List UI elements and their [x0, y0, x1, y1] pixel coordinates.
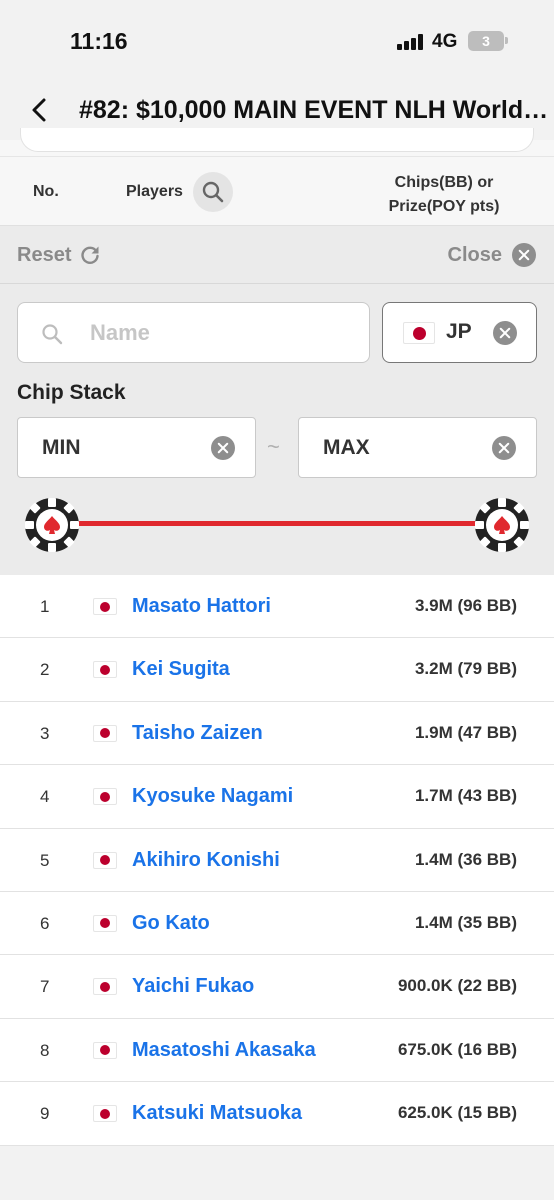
table-row: 2 Kei Sugita 3.2M (79 BB): [0, 638, 554, 702]
player-name-link[interactable]: Taisho Zaizen: [132, 722, 263, 745]
signal-icon: [397, 34, 427, 50]
table-row: 8 Masatoshi Akasaka 675.0K (16 BB): [0, 1018, 554, 1083]
japan-flag-icon: [403, 322, 435, 344]
japan-flag-icon: [93, 851, 117, 869]
japan-flag-icon: [93, 1041, 117, 1059]
row-chips: 900.0K (22 BB): [397, 976, 517, 996]
reset-label: Reset: [17, 243, 72, 266]
column-header-chips: Chips(BB) or Prize(POY pts): [374, 171, 514, 219]
player-name-link[interactable]: Masato Hattori: [132, 595, 271, 618]
row-rank: 5: [40, 850, 50, 870]
japan-flag-icon: [93, 1105, 117, 1123]
japan-flag-icon: [93, 978, 117, 996]
collapsed-panel-edge: [20, 128, 534, 152]
japan-flag-icon: [93, 661, 117, 679]
row-chips: 3.2M (79 BB): [414, 659, 517, 679]
column-header-chips-line1: Chips(BB) or: [394, 174, 494, 191]
row-rank: 8: [40, 1040, 50, 1060]
table-row: 3 Taisho Zaizen 1.9M (47 BB): [0, 701, 554, 766]
row-chips: 3.9M (96 BB): [414, 596, 517, 615]
player-name-link[interactable]: Kei Sugita: [132, 658, 230, 681]
max-chip-input[interactable]: [323, 432, 483, 464]
status-time: 11:16: [70, 28, 128, 54]
row-chips: 625.0K (15 BB): [397, 1103, 517, 1123]
refresh-icon: [81, 246, 100, 264]
row-rank: 2: [40, 660, 50, 680]
top-strip: [0, 128, 554, 156]
table-row: 6 Go Kato 1.4M (35 BB): [0, 891, 554, 956]
reset-button[interactable]: Reset: [17, 242, 101, 268]
player-name-link[interactable]: Yaichi Fukao: [132, 975, 254, 998]
page-title: #82: $10,000 MAIN EVENT NLH World Champi…: [79, 96, 554, 124]
country-code: JP: [446, 320, 472, 343]
row-chips: 1.9M (47 BB): [414, 722, 517, 742]
close-icon: [512, 243, 536, 267]
filter-actions: Reset Close: [0, 226, 554, 284]
name-search-box: [17, 302, 370, 363]
close-filter-button[interactable]: Close: [448, 242, 536, 268]
min-chip-input[interactable]: [42, 432, 202, 464]
network-type: 4G: [432, 31, 458, 52]
results-list: 1 Masato Hattori 3.9M (96 BB) 2 Kei Sugita 3.…: [0, 575, 554, 1146]
player-name-link[interactable]: Akihiro Konishi: [132, 849, 280, 872]
filter-panel: Reset Close JP Chip Stack ~: [0, 226, 554, 575]
table-header: No. Players Chips(BB) or Prize(POY pts): [0, 156, 554, 226]
japan-flag-icon: [93, 724, 117, 742]
poker-chip-max-handle-icon[interactable]: [473, 496, 531, 554]
player-name-link[interactable]: Go Kato: [132, 912, 210, 935]
table-row: 5 Akihiro Konishi 1.4M (36 BB): [0, 828, 554, 892]
close-label: Close: [447, 243, 502, 266]
japan-flag-icon: [93, 914, 117, 932]
battery-nub: [505, 37, 508, 44]
country-filter-chip[interactable]: JP: [382, 302, 537, 363]
range-separator: ~: [267, 434, 280, 459]
battery-icon: 3: [468, 31, 504, 51]
table-row: 1 Masato Hattori 3.9M (96 BB): [0, 575, 554, 639]
row-chips: 1.4M (36 BB): [414, 849, 517, 869]
clear-min-icon[interactable]: [211, 436, 235, 460]
column-header-chips-line2: Prize(POY pts): [388, 198, 500, 215]
search-icon: [42, 324, 63, 345]
player-name-link[interactable]: Masatoshi Akasaka: [132, 1039, 316, 1062]
player-search-toggle[interactable]: [193, 172, 233, 212]
max-chip-box: [298, 417, 537, 478]
chip-stack-label: Chip Stack: [17, 381, 126, 404]
column-header-players: Players: [126, 183, 183, 200]
row-rank: 3: [40, 723, 50, 743]
min-chip-box: [17, 417, 256, 478]
name-search-input[interactable]: [90, 317, 350, 349]
table-row: 7 Yaichi Fukao 900.0K (22 BB): [0, 955, 554, 1019]
japan-flag-icon: [93, 788, 117, 806]
poker-chip-min-handle-icon[interactable]: [23, 496, 81, 554]
table-row: 9 Katsuki Matsuoka 625.0K (15 BB): [0, 1082, 554, 1146]
row-rank: 7: [40, 977, 50, 997]
clear-max-icon[interactable]: [492, 436, 516, 460]
row-rank: 6: [40, 913, 50, 933]
search-icon: [202, 181, 224, 203]
clear-country-icon[interactable]: [493, 321, 517, 345]
player-name-link[interactable]: Kyosuke Nagami: [132, 785, 293, 808]
bottom-area: [0, 1146, 554, 1200]
row-chips: 1.7M (43 BB): [414, 786, 517, 806]
chip-range-slider-track[interactable]: [52, 521, 502, 526]
table-row: 4 Kyosuke Nagami 1.7M (43 BB): [0, 765, 554, 829]
column-header-no: No.: [33, 183, 59, 200]
row-rank: 9: [40, 1104, 50, 1124]
row-chips: 675.0K (16 BB): [397, 1039, 517, 1059]
row-rank: 4: [40, 787, 50, 807]
row-chips: 1.4M (35 BB): [414, 912, 517, 932]
back-icon[interactable]: [26, 96, 54, 124]
battery-level: 3: [482, 33, 490, 49]
japan-flag-icon: [93, 598, 117, 615]
status-bar: 11:16 4G 3: [0, 0, 554, 80]
player-name-link[interactable]: Katsuki Matsuoka: [132, 1102, 302, 1125]
row-rank: 1: [40, 597, 50, 616]
